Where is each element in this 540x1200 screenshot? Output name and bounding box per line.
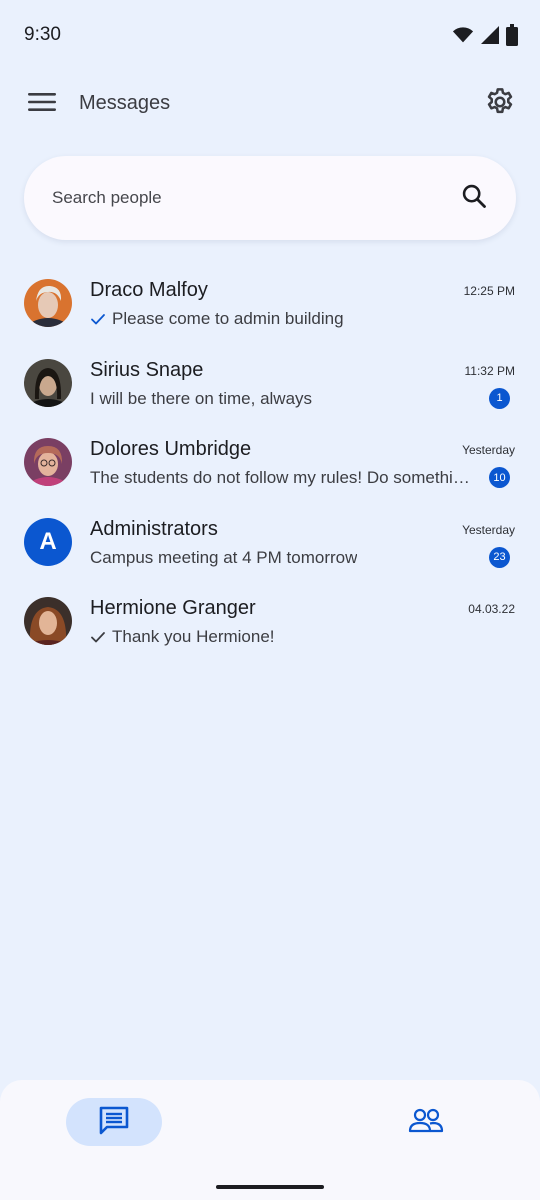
search-bar (24, 156, 516, 240)
message-time: Yesterday (462, 443, 515, 457)
chat-message-icon (98, 1105, 130, 1140)
preview-text: Please come to admin building (112, 309, 344, 328)
conversation-item[interactable]: Draco Malfoy 12:25 PM Please come to adm… (0, 264, 540, 344)
avatar[interactable]: A (24, 517, 72, 566)
menu-button[interactable] (22, 86, 62, 122)
contact-name: Draco Malfoy (90, 279, 208, 301)
conversation-item[interactable]: A Administrators Yesterday Campus meetin… (0, 503, 540, 583)
bottom-navigation (0, 1080, 540, 1200)
sent-check-icon (90, 311, 106, 327)
avatar[interactable] (24, 279, 72, 327)
search-input[interactable] (52, 178, 432, 218)
contact-name: Dolores Umbridge (90, 438, 252, 460)
settings-button[interactable] (480, 84, 520, 124)
preview-text: Campus meeting at 4 PM tomorrow (90, 547, 358, 567)
unread-badge: 10 (489, 467, 510, 488)
page-title: Messages (79, 92, 171, 114)
message-preview: Thank you Hermione! (90, 627, 470, 647)
cellular-signal-icon (480, 25, 500, 50)
conversation-item[interactable]: Sirius Snape 11:32 PM I will be there on… (0, 344, 540, 424)
preview-text: The students do not follow my rules! Do … (90, 468, 470, 487)
preview-text: I will be there on time, always (90, 388, 313, 408)
app-bar: Messages (0, 72, 540, 136)
message-preview: I will be there on time, always (90, 389, 470, 409)
unread-badge: 1 (489, 387, 510, 409)
gear-icon (484, 86, 516, 123)
people-group-icon (408, 1107, 444, 1138)
message-time: Yesterday (462, 522, 515, 537)
conversation-list: Draco Malfoy 12:25 PM Please come to adm… (0, 264, 540, 662)
message-preview: Please come to admin building (90, 309, 470, 329)
contact-name: Administrators (90, 517, 218, 540)
nav-item-people[interactable] (396, 1098, 456, 1146)
sent-check-icon (90, 629, 106, 645)
preview-text: Thank you Hermione! (112, 627, 275, 646)
search-icon (460, 182, 488, 215)
status-time: 9:30 (24, 24, 61, 45)
status-icons (452, 24, 518, 51)
message-time: 12:25 PM (463, 284, 515, 298)
unread-badge: 23 (489, 546, 510, 568)
wifi-icon (452, 24, 474, 51)
nav-item-chats[interactable] (66, 1098, 162, 1146)
message-preview: The students do not follow my rules! Do … (90, 468, 470, 488)
hamburger-menu-icon (28, 92, 56, 117)
avatar[interactable] (24, 597, 72, 645)
conversation-item[interactable]: Hermione Granger 04.03.22 Thank you Herm… (0, 582, 540, 662)
avatar[interactable] (24, 438, 72, 486)
home-indicator[interactable] (216, 1185, 324, 1189)
message-preview: Campus meeting at 4 PM tomorrow (90, 548, 470, 568)
search-button[interactable] (456, 180, 492, 216)
conversation-item[interactable]: Dolores Umbridge Yesterday The students … (0, 423, 540, 503)
message-time: 04.03.22 (468, 602, 515, 616)
contact-name: Hermione Granger (90, 597, 256, 619)
battery-icon (506, 24, 518, 51)
message-time: 11:32 PM (464, 363, 515, 378)
status-bar: 9:30 (0, 0, 540, 72)
contact-name: Sirius Snape (90, 358, 204, 381)
avatar[interactable] (24, 358, 72, 407)
